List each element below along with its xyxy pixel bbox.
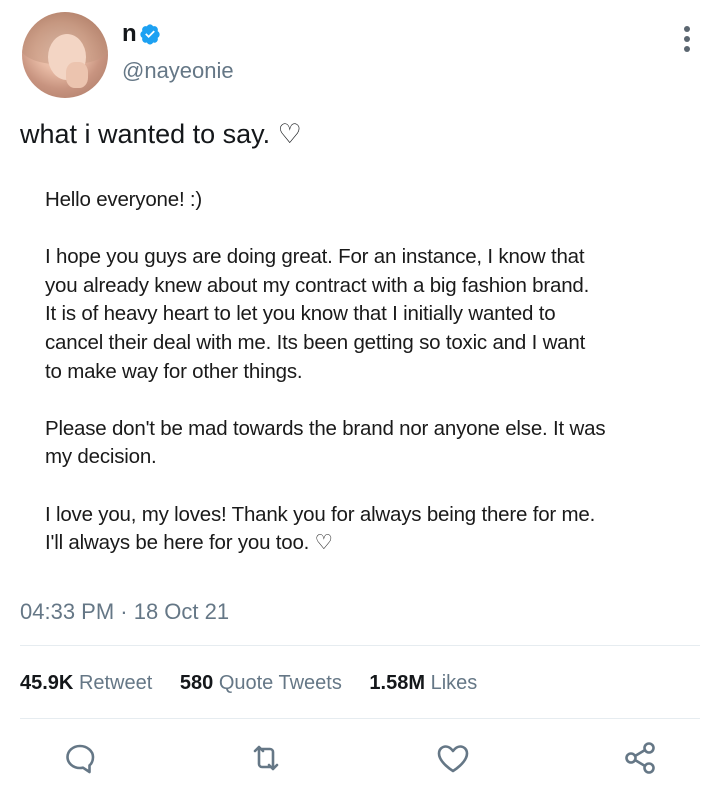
avatar[interactable] [22, 12, 108, 98]
likes-count: 1.58M [369, 672, 426, 694]
heart-icon[interactable] [433, 738, 473, 778]
display-name[interactable]: n [122, 20, 137, 48]
note-paragraph: Hello everyone! :) [45, 188, 203, 211]
notes-screenshot: Hello everyone! :) I hope you guys are d… [45, 186, 685, 586]
handle[interactable]: @nayeonie [122, 58, 234, 84]
engagement-stats: 45.9K Retweet 580 Quote Tweets 1.58M Lik… [20, 670, 499, 696]
tweet-text: what i wanted to say. ♡ [20, 119, 302, 149]
quotes-stat[interactable]: 580 Quote Tweets [180, 670, 342, 696]
quotes-count: 580 [179, 672, 214, 694]
tweet-actions [0, 738, 720, 782]
divider [20, 718, 700, 719]
note-paragraph: I hope you guys are doing great. For an … [45, 245, 590, 383]
retweets-count: 45.9K [20, 672, 74, 694]
likes-stat[interactable]: 1.58M Likes [369, 670, 477, 696]
more-vertical-icon[interactable] [682, 26, 692, 56]
share-icon[interactable] [620, 738, 660, 778]
verified-badge-icon [140, 24, 160, 45]
reply-icon[interactable] [60, 738, 100, 778]
retweets-label: Retweet [78, 672, 153, 694]
retweet-icon[interactable] [246, 738, 286, 778]
retweets-stat[interactable]: 45.9K Retweet [20, 670, 152, 696]
avatar-hand [66, 62, 88, 88]
divider [20, 645, 700, 646]
quotes-label: Quote Tweets [218, 672, 342, 694]
note-paragraph: Please don't be mad towards the brand no… [45, 416, 606, 469]
tweet-timestamp[interactable]: 04:33 PM · 18 Oct 21 [20, 598, 229, 626]
note-paragraph: I love you, my loves! Thank you for alwa… [45, 502, 596, 555]
tweet-header: n @nayeonie [20, 12, 700, 102]
likes-label: Likes [430, 672, 478, 694]
